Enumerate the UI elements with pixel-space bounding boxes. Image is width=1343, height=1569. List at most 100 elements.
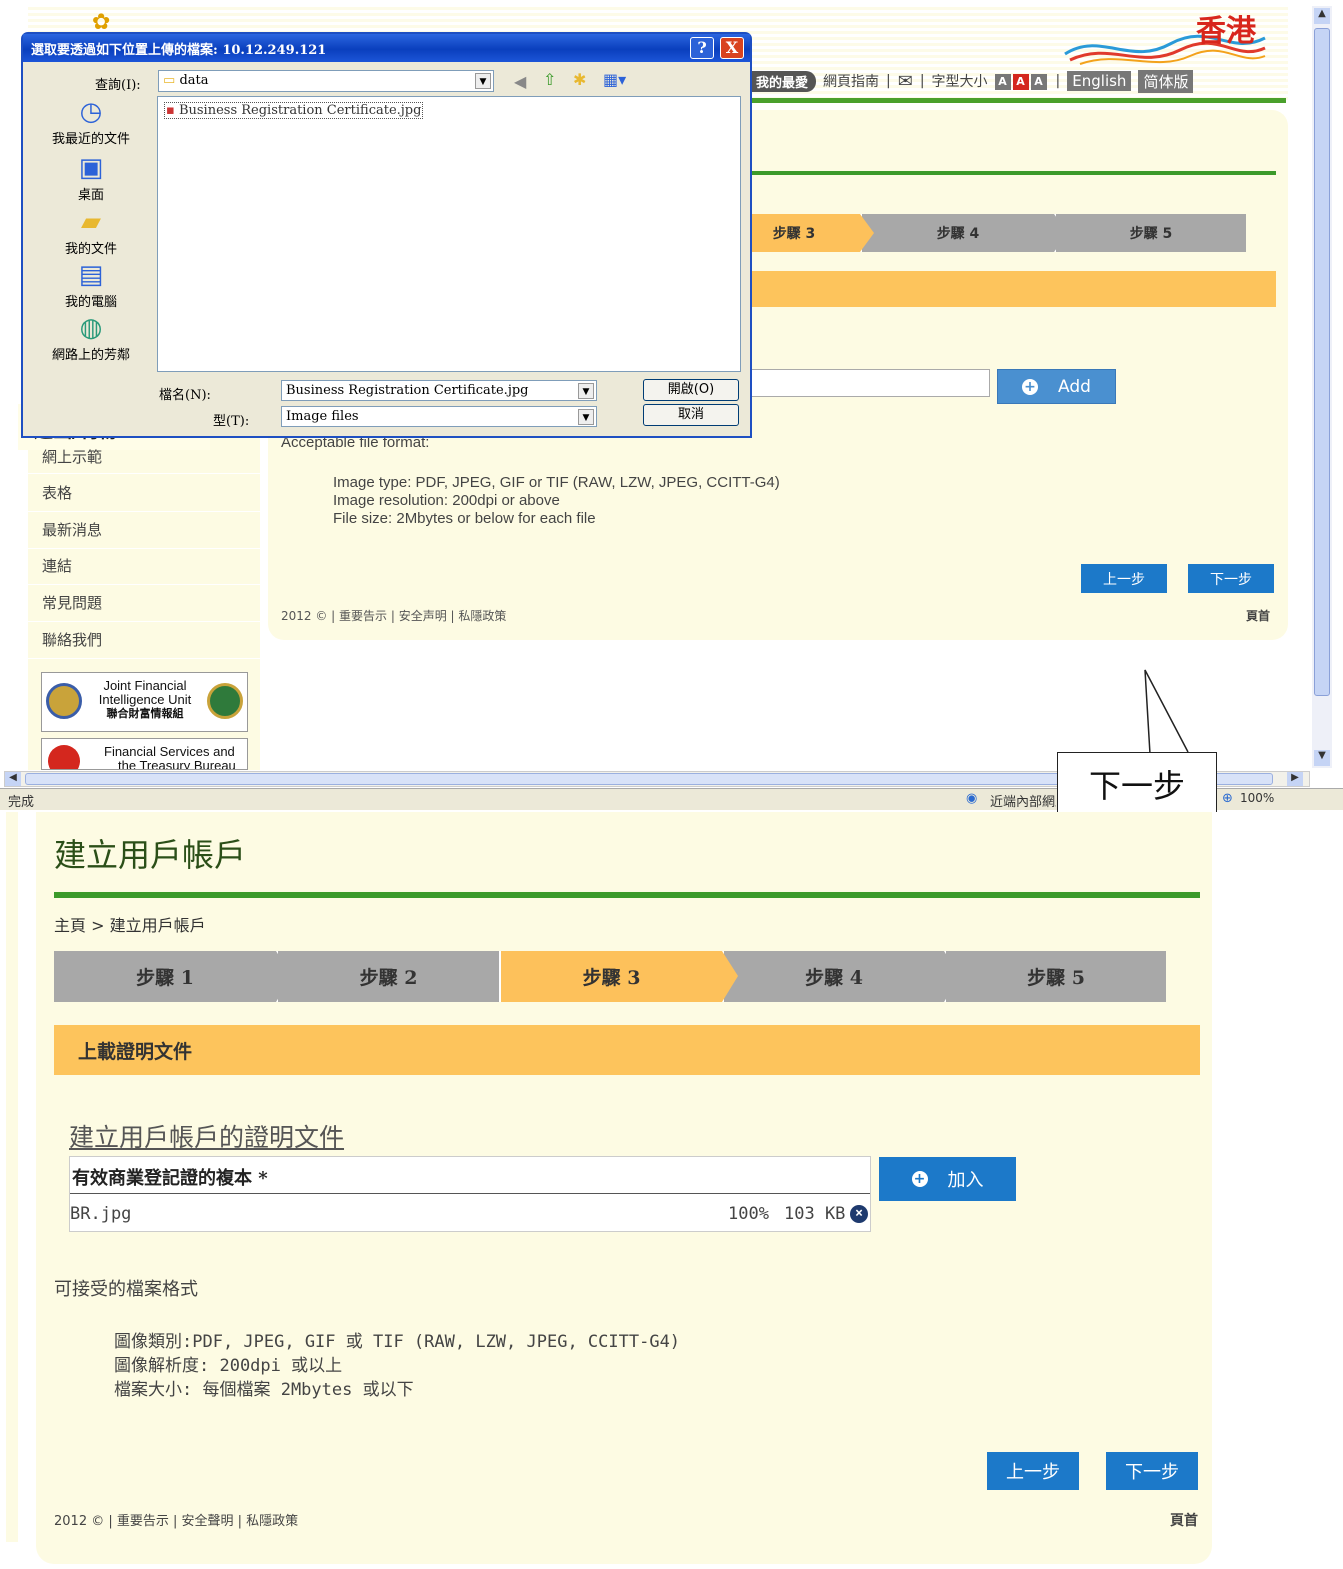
- file-list[interactable]: ▪ Business Registration Certificate.jpg: [157, 96, 741, 372]
- step-2: 步驟 2: [276, 951, 499, 1002]
- fstb-banner[interactable]: Financial Services and the Treasury Bure…: [41, 738, 248, 770]
- view-menu-icon[interactable]: ▦▾: [603, 70, 626, 89]
- footer-links[interactable]: 2012 © | 重要告示 | 安全聲明 | 私隱政策: [54, 1510, 298, 1529]
- back-icon[interactable]: ◀: [514, 72, 526, 91]
- nav-separator: |: [919, 73, 925, 89]
- folder-icon: ▭: [163, 73, 176, 88]
- image-file-icon: ▪: [166, 103, 175, 118]
- scroll-left-icon[interactable]: ◀: [5, 772, 21, 786]
- format-heading: 可接受的檔案格式: [54, 1279, 198, 1300]
- intranet-zone-icon: ◉: [966, 791, 978, 806]
- sidebar-item-contact[interactable]: 聯絡我們: [28, 623, 260, 659]
- font-size-small-button[interactable]: A: [994, 73, 1011, 90]
- step-5: 步驟 5: [944, 951, 1166, 1002]
- brand-logo-text: 香港: [1196, 14, 1256, 49]
- plus-icon: +: [911, 1171, 928, 1187]
- english-link[interactable]: English: [1067, 71, 1132, 91]
- file-item[interactable]: ▪ Business Registration Certificate.jpg: [164, 102, 424, 119]
- place-my-computer[interactable]: ▤ 我的電腦: [27, 259, 155, 310]
- close-button[interactable]: X: [720, 37, 744, 59]
- format-line: Image type: PDF, JPEG, GIF or TIF (RAW, …: [333, 474, 780, 491]
- lookin-dropdown[interactable]: ▭ data ▼: [158, 70, 494, 92]
- chevron-down-icon[interactable]: ▼: [475, 73, 491, 89]
- lookin-label: 查詢(I):: [95, 78, 141, 93]
- favorites-link[interactable]: 我的最愛: [752, 70, 817, 92]
- sidebar-item-forms[interactable]: 表格: [28, 476, 260, 512]
- font-size-label: 字型大小: [931, 74, 988, 90]
- file-upload-field[interactable]: [748, 369, 990, 397]
- sidebar-item-links[interactable]: 連結: [28, 549, 260, 585]
- title-divider: [54, 892, 1200, 898]
- simplified-chinese-link[interactable]: 简体版: [1138, 69, 1194, 93]
- status-text: 完成: [8, 795, 35, 810]
- top-navigation: 我的最愛 網頁指南 | ✉ | 字型大小 AAA | English 简体版: [752, 69, 1194, 93]
- section-header: 上載證明文件: [54, 1025, 1200, 1075]
- add-file-button[interactable]: + 加入: [879, 1157, 1016, 1201]
- cancel-button[interactable]: 取消: [643, 404, 739, 426]
- chevron-down-icon[interactable]: ▼: [578, 409, 594, 425]
- fstb-line2: the Treasury Bureau: [118, 758, 236, 770]
- breadcrumb[interactable]: 主頁 > 建立用戶帳戶: [54, 912, 206, 936]
- font-size-medium-button[interactable]: A: [1012, 73, 1029, 90]
- dialog-titlebar: 選取要透過如下位置上傳的檔案: 10.12.249.121 ? X: [23, 34, 750, 62]
- uploaded-file-row: BR.jpg 100% 103 KB ×: [70, 1195, 870, 1233]
- filename-label: 檔名(N):: [159, 388, 211, 403]
- jfiu-line3: 聯合財富情報組: [106, 708, 184, 720]
- back-to-top-link[interactable]: 頁首: [1246, 607, 1270, 624]
- step-3: 步驟 3: [748, 214, 874, 252]
- place-recent[interactable]: ◷ 我最近的文件: [27, 96, 155, 147]
- mail-icon[interactable]: ✉: [898, 71, 913, 92]
- page-title: 建立用戶帳戶: [54, 836, 247, 874]
- vertical-scrollbar[interactable]: ▲ ▼: [1312, 6, 1332, 768]
- open-button[interactable]: 開啟(O): [643, 379, 739, 401]
- scroll-right-icon[interactable]: ▶: [1287, 772, 1303, 786]
- remove-file-icon[interactable]: ×: [850, 1205, 868, 1223]
- section-header-bar: [748, 271, 1276, 307]
- filename-input[interactable]: Business Registration Certificate.jpg ▼: [281, 380, 597, 401]
- format-line: 圖像解析度: 200dpi 或以上: [114, 1356, 343, 1376]
- places-bar: ◷ 我最近的文件 ▣ 桌面 ▰ 我的文件 ▤ 我的電腦 ◍ 網路上的芳鄰: [27, 96, 155, 376]
- left-edge: [6, 812, 18, 1542]
- site-guide-link[interactable]: 網頁指南: [823, 71, 879, 91]
- footer-links[interactable]: 2012 © | 重要告示 | 安全声明 | 私隱政策: [281, 607, 506, 624]
- sidebar-item-demo[interactable]: 網上示範: [28, 446, 260, 474]
- place-my-documents[interactable]: ▰ 我的文件: [27, 206, 155, 257]
- help-button[interactable]: ?: [690, 37, 714, 59]
- file-open-dialog: 選取要透過如下位置上傳的檔案: 10.12.249.121 ? X 查詢(I):…: [21, 32, 752, 438]
- filetype-dropdown[interactable]: Image files ▼: [281, 406, 597, 427]
- sidebar-item-news[interactable]: 最新消息: [28, 513, 260, 549]
- font-size-large-button[interactable]: A: [1030, 73, 1047, 90]
- previous-button[interactable]: 上一步: [1081, 564, 1167, 593]
- fstb-line1: Financial Services and: [104, 744, 235, 759]
- zoom-level[interactable]: 100%: [1240, 791, 1274, 805]
- zoom-icon[interactable]: ⊕: [1222, 791, 1233, 806]
- chevron-down-icon[interactable]: ▼: [578, 383, 594, 399]
- step-4: 步驟 4: [860, 214, 1068, 252]
- scroll-down-icon[interactable]: ▼: [1314, 750, 1330, 766]
- next-button[interactable]: 下一步: [1188, 564, 1274, 593]
- format-line: File size: 2Mbytes or below for each fil…: [333, 510, 596, 527]
- step-progress-bar: 步驟 3 步驟 4 步驟 5: [748, 214, 1246, 252]
- plus-icon: +: [1022, 378, 1039, 395]
- jfiu-banner[interactable]: Joint Financial Intelligence Unit 聯合財富情報…: [41, 672, 248, 732]
- previous-button[interactable]: 上一步: [987, 1452, 1079, 1490]
- back-to-top-link[interactable]: 頁首: [1170, 1510, 1198, 1530]
- file-format-info: 可接受的檔案格式 圖像類別:PDF, JPEG, GIF 或 TIF (RAW,…: [54, 1278, 680, 1402]
- sidebar-item-faq[interactable]: 常見問題: [28, 586, 260, 622]
- add-file-button[interactable]: + Add: [997, 369, 1116, 404]
- upload-progress: 100%: [728, 1204, 769, 1224]
- file-name: BR.jpg: [70, 1204, 132, 1224]
- hksar-emblem-icon: [48, 745, 80, 769]
- security-zone-label: 近端內部網路: [990, 795, 1056, 810]
- place-desktop[interactable]: ▣ 桌面: [27, 152, 155, 203]
- new-folder-icon[interactable]: ✱: [573, 70, 586, 89]
- up-folder-icon[interactable]: ⇧: [543, 70, 556, 89]
- place-network[interactable]: ◍ 網路上的芳鄰: [27, 312, 155, 363]
- customs-emblem-icon: [207, 683, 243, 719]
- scroll-up-icon[interactable]: ▲: [1314, 8, 1330, 24]
- scrollbar-thumb[interactable]: [1314, 28, 1330, 696]
- document-type-header: 有效商業登記證的複本 *: [70, 1157, 870, 1194]
- upload-table: 有效商業登記證的複本 * BR.jpg 100% 103 KB ×: [69, 1156, 871, 1232]
- next-button[interactable]: 下一步: [1106, 1452, 1198, 1490]
- nav-separator: |: [1055, 73, 1061, 89]
